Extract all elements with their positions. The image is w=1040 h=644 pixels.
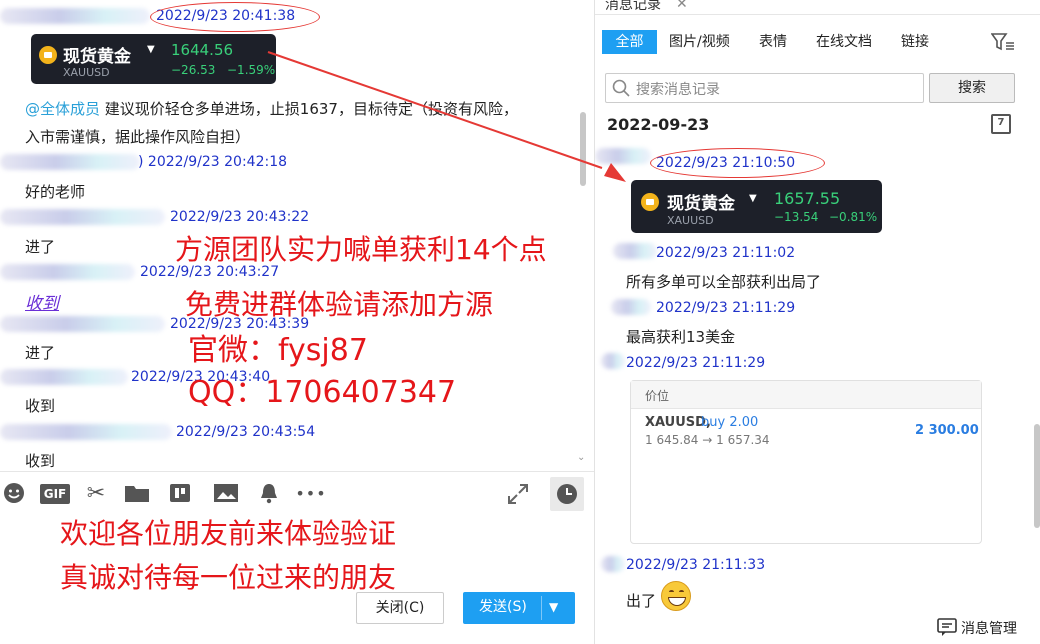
quote-name: 现货黄金 [667, 194, 735, 214]
quote-change-percent: −0.81% [829, 210, 878, 224]
promo-text-line: QQ：1706407347 [188, 375, 457, 410]
message-text: 收到 [25, 452, 56, 470]
search-button[interactable]: 搜索 [929, 73, 1015, 103]
message-history-panel: 消息记录 ✕ 全部 图片/视频 表情 在线文档 链接 搜索消息记录 搜索 202… [594, 0, 1040, 644]
message-timestamp: 2022/9/23 21:11:29 [656, 300, 796, 316]
card-header [631, 381, 981, 409]
sender-name-blurred [0, 209, 165, 225]
send-button-label: 发送(S) [479, 599, 527, 615]
quote-price: 1657.55 [774, 189, 841, 208]
search-placeholder: 搜索消息记录 [636, 82, 720, 98]
position-profit: 2 300.00 [915, 423, 979, 438]
tab-stickers[interactable]: 表情 [759, 30, 787, 54]
search-input[interactable]: 搜索消息记录 [605, 73, 924, 103]
message-text: 进了 [25, 344, 56, 362]
promo-text-line: 真诚对待每一位过来的朋友 [60, 561, 397, 594]
panel-tab-title[interactable]: 消息记录 [605, 0, 661, 14]
quote-price: 1644.56 [171, 41, 234, 59]
tab-online-docs[interactable]: 在线文档 [816, 30, 872, 54]
gold-coin-icon [641, 193, 659, 211]
message-text: 出了 [626, 592, 657, 610]
sender-name-blurred [611, 299, 651, 315]
sender-name-blurred [601, 353, 625, 369]
quote-symbol: XAUUSD [667, 214, 714, 227]
chat-scrollbar-thumb[interactable] [580, 112, 586, 186]
caret-down-icon: ▼ [749, 193, 757, 204]
tab-links[interactable]: 链接 [901, 30, 929, 54]
promo-text-line: 免费进群体验请添加方源 [185, 288, 494, 321]
caret-down-icon: ▼ [147, 44, 155, 55]
message-text: 入市需谨慎，据此操作风险自担） [25, 128, 251, 146]
tab-media[interactable]: 图片/视频 [669, 30, 730, 54]
message-text: 好的老师 [25, 183, 86, 201]
close-button[interactable]: 关闭(C) [356, 592, 444, 624]
message-timestamp: ) 2022/9/23 20:42:18 [138, 154, 288, 170]
sender-name-blurred [0, 424, 172, 440]
tab-all[interactable]: 全部 [602, 30, 657, 54]
quote-symbol: XAUUSD [63, 66, 110, 79]
promo-text-line: 官微：fysj87 [188, 333, 368, 368]
message-timestamp: 2022/9/23 21:11:33 [626, 557, 766, 573]
sender-name-blurred [0, 316, 165, 332]
message-manage-icon[interactable] [937, 618, 957, 640]
message-timestamp: 2022/9/23 20:43:22 [170, 209, 310, 225]
folder-icon[interactable] [124, 482, 150, 509]
gold-quote-card[interactable]: 现货黄金 ▼ 1657.55 XAUUSD −13.54 −0.81% [631, 180, 882, 233]
message-timestamp: 2022/9/23 20:43:54 [176, 424, 316, 440]
divider [595, 14, 1040, 15]
sender-name-blurred [0, 154, 140, 170]
filter-icon[interactable] [990, 32, 1015, 56]
annotation-circle [150, 2, 320, 32]
gold-coin-icon [39, 46, 57, 64]
position-price-range: 1 645.84 → 1 657.34 [645, 433, 770, 447]
send-button[interactable]: 发送(S) ▼ [463, 592, 575, 624]
doc-icon[interactable] [168, 482, 192, 509]
more-icon[interactable]: ••• [294, 484, 328, 503]
sender-name-blurred [0, 369, 128, 385]
card-header-title: 价位 [645, 389, 670, 403]
message-text: 所有多单可以全部获利出局了 [626, 273, 822, 291]
date-header: 2022-09-23 [607, 115, 710, 134]
trade-position-card[interactable]: 价位 XAUUSD, buy 2.00 1 645.84 → 1 657.34 … [630, 380, 982, 544]
gif-icon[interactable]: GIF [40, 484, 70, 504]
search-icon [612, 79, 630, 101]
message-text: 进了 [25, 238, 56, 256]
gold-quote-card[interactable]: 现货黄金 ▼ 1644.56 XAUUSD −26.53 −1.59% [31, 34, 276, 84]
message-timestamp: 2022/9/23 21:11:02 [656, 245, 796, 261]
divider [541, 596, 542, 620]
close-icon[interactable]: ✕ [676, 0, 688, 12]
mention-all[interactable]: @全体成员 [25, 100, 100, 118]
message-manage-label[interactable]: 消息管理 [961, 618, 1017, 638]
grin-emoji-icon [661, 581, 691, 611]
sender-name-blurred [0, 8, 150, 24]
message-timestamp: 2022/9/23 21:11:29 [626, 355, 766, 371]
emoji-icon[interactable] [2, 482, 26, 509]
calendar-icon[interactable]: 7 [991, 114, 1011, 134]
message-text: 最高获利13美金 [626, 328, 736, 346]
promo-text-line: 欢迎各位朋友前来体验验证 [60, 517, 397, 550]
message-text: 收到 [25, 397, 56, 415]
bell-icon[interactable] [256, 481, 282, 510]
history-scrollbar-thumb[interactable] [1034, 424, 1040, 528]
quote-change: −26.53 [171, 63, 216, 77]
image-icon[interactable] [213, 482, 239, 509]
quote-change-percent: −1.59% [227, 63, 276, 77]
history-icon[interactable] [550, 477, 584, 511]
position-side: buy 2.00 [701, 415, 759, 430]
scroll-down-icon[interactable]: ⌄ [577, 452, 585, 463]
annotation-circle [650, 148, 825, 178]
message-text: @全体成员 建议现价轻仓多单进场，止损1637，目标待定（投资有风险， [25, 100, 518, 118]
quote-name: 现货黄金 [63, 47, 131, 67]
sender-name-blurred [595, 148, 651, 164]
chevron-down-icon[interactable]: ▼ [549, 592, 558, 622]
sender-name-blurred [601, 556, 625, 572]
quote-change: −13.54 [774, 210, 819, 224]
promo-text-line: 方源团队实力喊单获利14个点 [175, 233, 547, 266]
scissors-icon[interactable]: ✂ [84, 481, 108, 506]
message-link[interactable]: 收到 [25, 289, 59, 314]
sender-name-blurred [0, 264, 135, 280]
sender-name-blurred [613, 243, 657, 259]
divider [0, 471, 594, 472]
expand-icon[interactable] [505, 482, 531, 511]
